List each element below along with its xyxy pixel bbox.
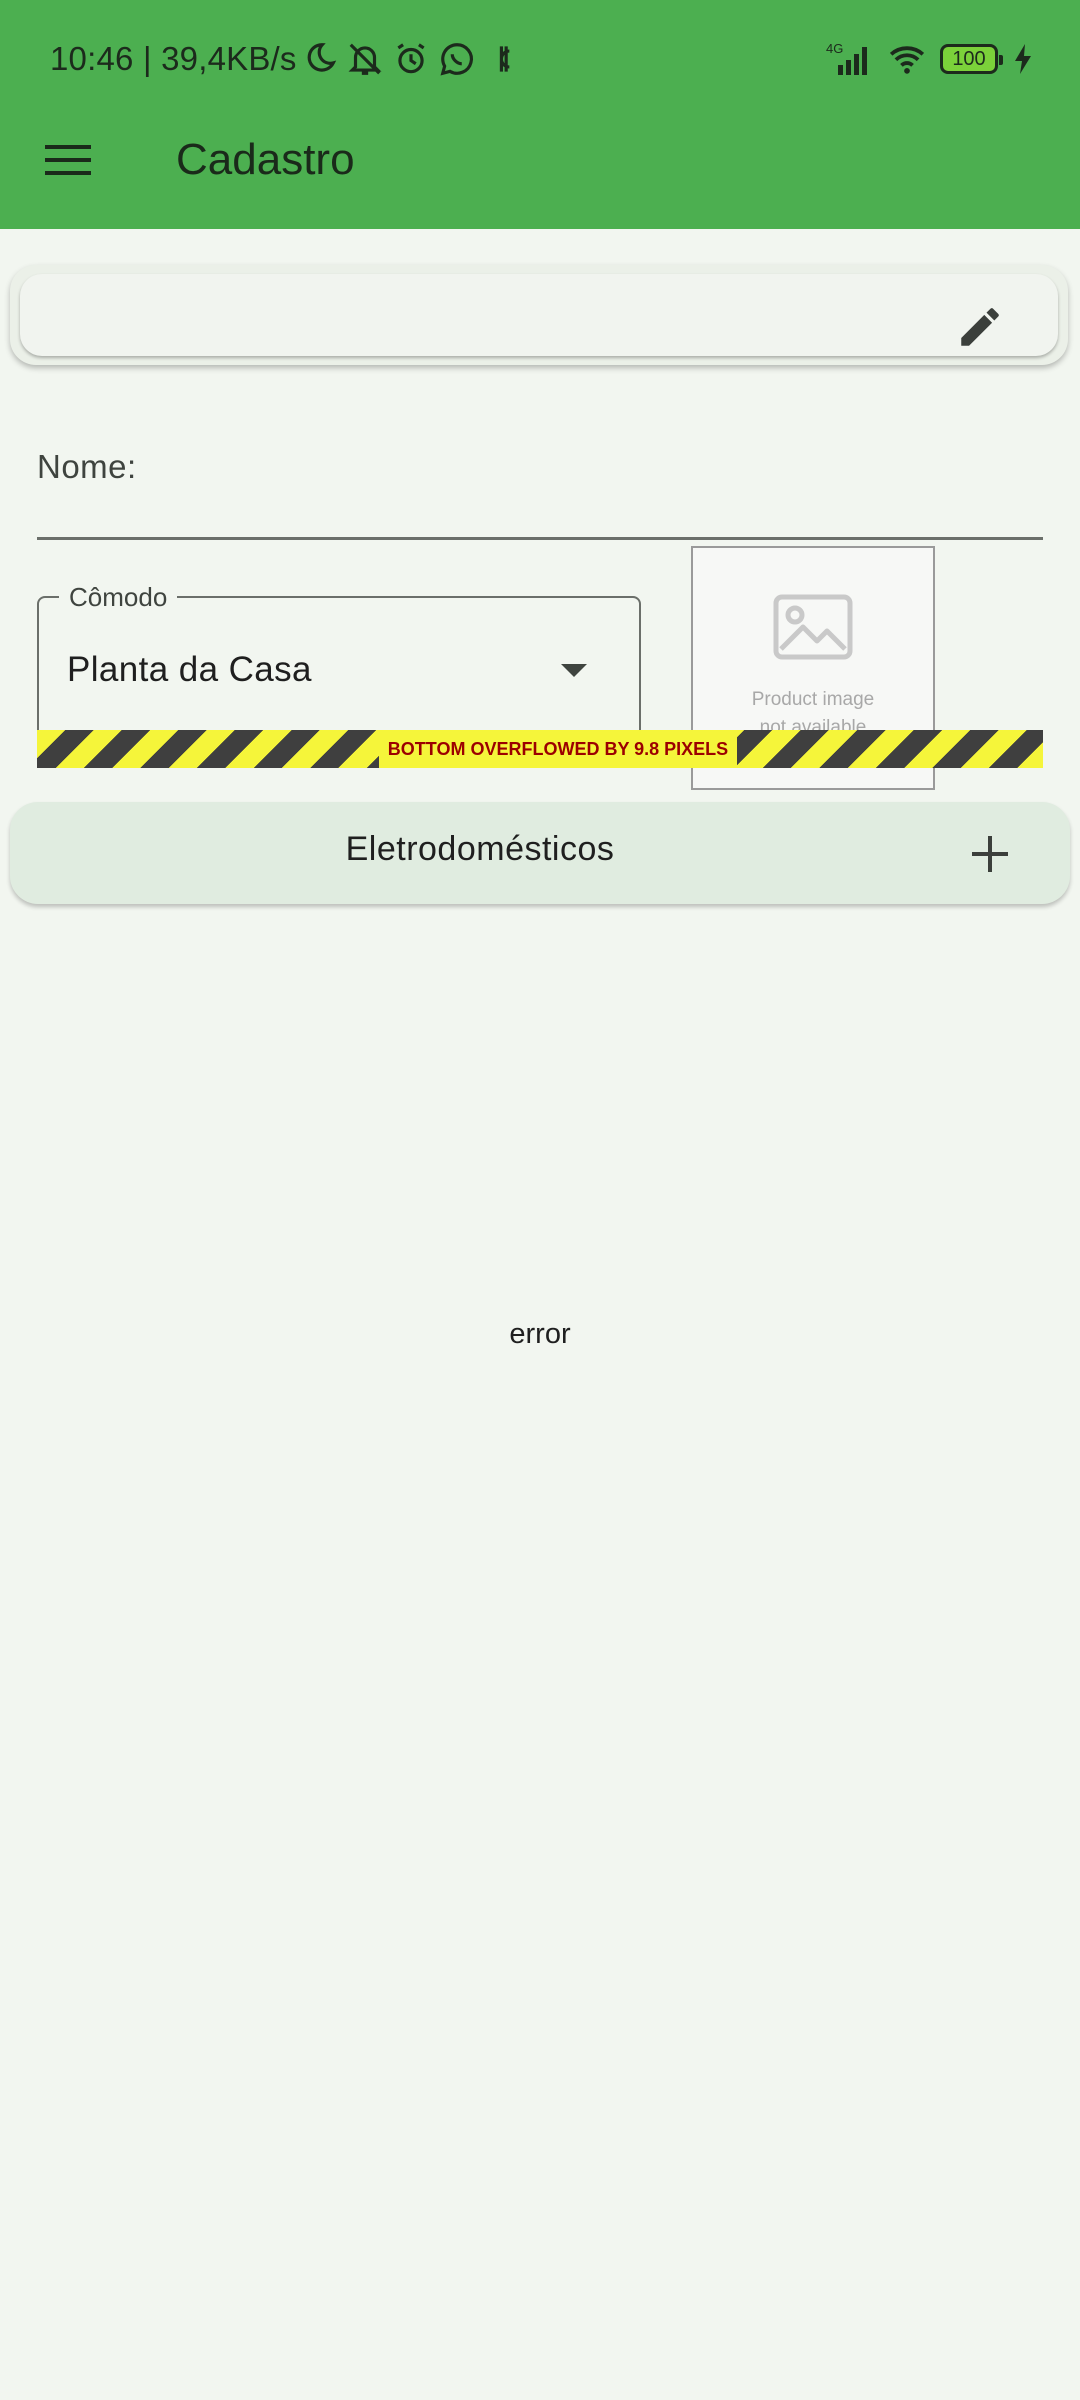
status-icons-left (300, 40, 522, 78)
whatsapp-icon (440, 43, 473, 76)
charging-icon (1015, 44, 1031, 74)
comodo-label: Cômodo (59, 582, 178, 613)
edit-button[interactable] (950, 297, 1010, 357)
page-title: Cadastro (176, 135, 355, 184)
battery-icon: 100 (940, 44, 1003, 74)
comodo-dropdown[interactable]: Cômodo Planta da Casa (37, 582, 641, 746)
alarm-icon (397, 43, 425, 74)
error-text: error (509, 1318, 571, 1350)
overflow-warning-stripe: BOTTOM OVERFLOWED BY 9.8 PIXELS (37, 730, 1043, 768)
eletrodomesticos-label: Eletrodomésticos (345, 830, 615, 868)
status-bar: 10:46 | 39,4KB/s 4G 100 (0, 30, 1080, 90)
top-card-field[interactable] (20, 274, 1058, 356)
signal-icon: 4G (826, 41, 867, 75)
wifi-icon (889, 46, 925, 74)
add-eletrodomestico-button[interactable] (960, 824, 1020, 884)
eletrodomesticos-bar[interactable]: Eletrodomésticos (10, 802, 1070, 904)
nome-label: Nome: (37, 448, 137, 485)
menu-button[interactable] (40, 132, 96, 188)
product-image-line1: Product image (751, 689, 875, 710)
image-placeholder-icon (773, 594, 853, 660)
status-icons-right: 4G 100 (826, 40, 1034, 78)
hamburger-menu-icon (45, 145, 91, 175)
plus-icon (972, 836, 1008, 872)
comodo-selected-value: Planta da Casa (67, 650, 312, 689)
status-time: 10:46 | 39,4KB/s (50, 40, 297, 77)
svg-text:4G: 4G (826, 41, 843, 56)
currency-icon (499, 46, 510, 72)
app-bar: 10:46 | 39,4KB/s 4G 100 Cadastro (0, 0, 1080, 229)
moon-icon (307, 43, 337, 72)
pencil-icon (961, 308, 999, 346)
overflow-warning-label: BOTTOM OVERFLOWED BY 9.8 PIXELS (379, 730, 737, 768)
dropdown-arrow-icon (561, 664, 587, 677)
nome-field[interactable]: Nome: (37, 430, 1043, 540)
bell-off-icon (348, 43, 382, 75)
top-card (10, 265, 1068, 365)
